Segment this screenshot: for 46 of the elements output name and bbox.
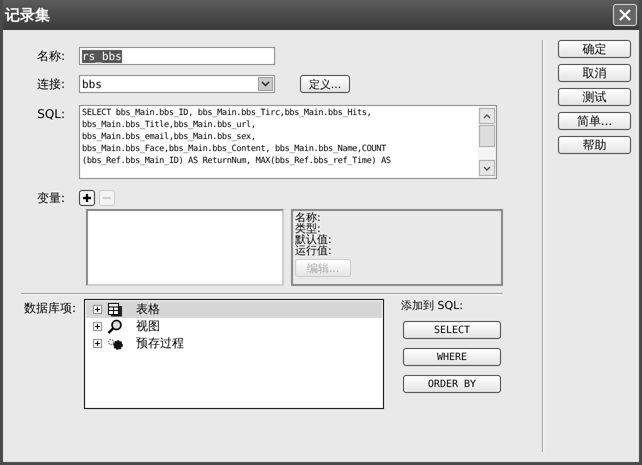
plus-icon	[82, 193, 92, 203]
expand-icon[interactable]	[93, 339, 102, 348]
name-field[interactable]: rs_bbs	[79, 47, 275, 65]
database-tree[interactable]: 表格 视图 预存过程	[84, 299, 384, 409]
add-variable-button[interactable]	[79, 190, 95, 206]
window-title: 记录集	[5, 6, 50, 24]
close-icon	[618, 8, 632, 22]
field-label: 名称:	[36, 48, 66, 65]
scroll-down-icon	[483, 166, 491, 170]
connection-dropdown[interactable]: bbs	[79, 75, 275, 93]
detail-label: 类型:	[295, 223, 321, 234]
add-clause-button[interactable]: SELECT	[403, 321, 501, 339]
sql-text-area[interactable]	[79, 105, 497, 179]
section-label: 添加到 SQL:	[401, 299, 463, 313]
gears-icon	[107, 336, 123, 351]
field-label: 连接:	[36, 76, 66, 93]
table-icon	[107, 302, 123, 317]
magnifier-icon	[107, 319, 123, 334]
field-value: rs_bbs	[82, 50, 122, 62]
detail-label: 名称:	[295, 212, 321, 223]
field-label: 数据库项:	[23, 300, 78, 317]
add-clause-button[interactable]: WHERE	[403, 348, 501, 366]
scrollbar[interactable]	[478, 106, 496, 178]
sql-text-line: bbs_Main.bbs_email,bbs_Main.bbs_sex,	[82, 131, 257, 143]
tree-item[interactable]: 视图	[86, 318, 382, 335]
expand-icon[interactable]	[93, 322, 102, 331]
close-button[interactable]	[613, 4, 637, 26]
field-label: SQL:	[36, 106, 66, 123]
tree-item[interactable]: 表格	[86, 301, 382, 318]
detail-label: 运行值:	[295, 245, 332, 256]
dialog-button[interactable]: 取消	[558, 64, 631, 82]
expand-icon[interactable]	[93, 305, 102, 314]
sql-text-line: (bbs_Ref.bbs_Main_ID) AS ReturnNum, MAX(bbs_Ref.bbs_ref_Time) AS	[82, 155, 391, 167]
define-button[interactable]: 定义...	[300, 75, 350, 93]
field-label: 变量:	[36, 190, 66, 207]
dialog-button[interactable]: 简单...	[558, 112, 631, 130]
sql-text-line: bbs_Main.bbs_Title,bbs_Main.bbs_url,	[82, 119, 257, 131]
dialog-button[interactable]: 确定	[558, 40, 631, 58]
add-clause-button[interactable]: ORDER BY	[403, 375, 501, 393]
tree-item[interactable]: 预存过程	[86, 335, 382, 352]
dialog-button[interactable]: 帮助	[558, 136, 631, 154]
dialog-button[interactable]: 测试	[558, 88, 631, 106]
sql-text-line: SELECT bbs_Main.bbs_ID, bbs_Main.bbs_Tirc,bbs_Main.bbs_Hits,	[82, 107, 372, 119]
sql-text-line: bbs_Main.bbs_Face,bbs_Main.bbs_Content, bbs_Main.bbs_Name,COUNT	[82, 143, 388, 155]
scroll-up-icon	[483, 114, 491, 118]
detail-label: 默认值:	[295, 234, 332, 245]
